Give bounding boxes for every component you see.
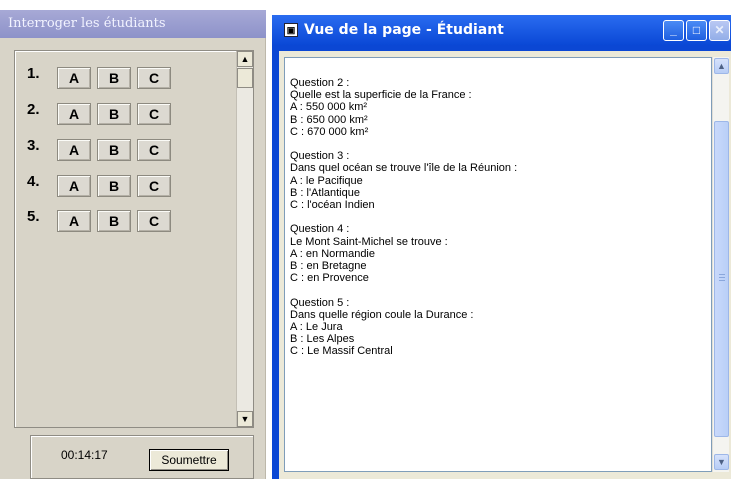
student-view-window: ▣ Vue de la page - Étudiant _ □ ✕ Questi… — [272, 15, 731, 479]
scroll-up-arrow-icon[interactable]: ▲ — [714, 58, 729, 74]
window-title: Vue de la page - Étudiant — [304, 22, 504, 38]
close-icon[interactable]: ✕ — [709, 20, 730, 41]
answer-c-button[interactable]: C — [137, 67, 171, 89]
questions-text: Question 2 : Quelle est la superficie de… — [290, 77, 518, 358]
questions-scrollbar[interactable]: ▲ ▼ — [236, 51, 253, 427]
timer-display: 00:14:17 — [61, 448, 108, 462]
answer-b-button[interactable]: B — [97, 103, 131, 125]
question-number: 3. — [27, 137, 40, 154]
content-scrollbar[interactable]: ▲ ▼ — [712, 57, 729, 472]
scrollbar-thumb[interactable] — [714, 121, 729, 437]
answer-b-button[interactable]: B — [97, 210, 131, 232]
answer-b-button[interactable]: B — [97, 175, 131, 197]
answer-a-button[interactable]: A — [57, 175, 91, 197]
content-frame: Question 2 : Quelle est la superficie de… — [279, 51, 731, 479]
questions-list: 1. A B C 2. A B C 3. A B C 4. A B C 5. A… — [14, 50, 254, 428]
minimize-icon[interactable]: _ — [663, 20, 684, 41]
answer-b-button[interactable]: B — [97, 67, 131, 89]
answer-c-button[interactable]: C — [137, 175, 171, 197]
question-number: 2. — [27, 101, 40, 118]
grip-line — [719, 280, 725, 281]
grip-line — [719, 274, 725, 275]
submit-area: 00:14:17 Soumettre — [30, 435, 254, 479]
grip-line — [719, 277, 725, 278]
answer-a-button[interactable]: A — [57, 103, 91, 125]
window-titlebar[interactable]: ▣ Vue de la page - Étudiant _ □ ✕ — [272, 15, 731, 45]
scroll-down-arrow-icon[interactable]: ▼ — [714, 454, 729, 470]
question-number: 1. — [27, 65, 40, 82]
page-content: Question 2 : Quelle est la superficie de… — [284, 57, 712, 472]
answer-a-button[interactable]: A — [57, 67, 91, 89]
panel-title: Interroger les étudiants — [0, 10, 266, 38]
scrollbar-thumb[interactable] — [237, 68, 253, 88]
answer-b-button[interactable]: B — [97, 139, 131, 161]
answer-a-button[interactable]: A — [57, 210, 91, 232]
answer-c-button[interactable]: C — [137, 210, 171, 232]
answer-c-button[interactable]: C — [137, 103, 171, 125]
question-number: 4. — [27, 173, 40, 190]
scroll-down-arrow-icon[interactable]: ▼ — [237, 411, 253, 427]
question-number: 5. — [27, 208, 40, 225]
answer-a-button[interactable]: A — [57, 139, 91, 161]
question-panel: Interroger les étudiants 1. A B C 2. A B… — [0, 10, 266, 479]
scroll-up-arrow-icon[interactable]: ▲ — [237, 51, 253, 67]
maximize-icon[interactable]: □ — [686, 20, 707, 41]
window-app-icon: ▣ — [284, 23, 298, 37]
submit-button[interactable]: Soumettre — [149, 449, 229, 471]
answer-c-button[interactable]: C — [137, 139, 171, 161]
